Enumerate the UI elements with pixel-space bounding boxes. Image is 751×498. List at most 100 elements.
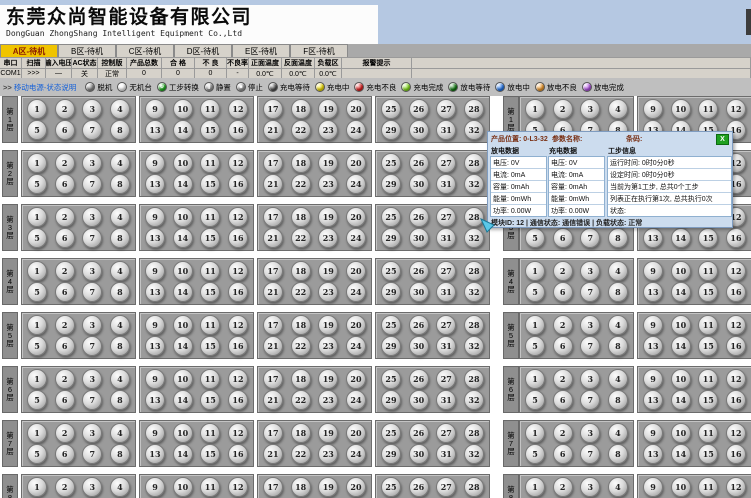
channel-cell[interactable]: 29 — [381, 336, 401, 356]
channel-cell[interactable]: 5 — [525, 282, 545, 302]
channel-cell[interactable]: 9 — [145, 369, 165, 389]
channel-cell[interactable]: 17 — [263, 423, 283, 443]
channel-cell[interactable]: 31 — [436, 336, 456, 356]
channel-cell[interactable]: 16 — [228, 174, 248, 194]
channel-cell[interactable]: 21 — [263, 120, 283, 140]
channel-cell[interactable]: 6 — [553, 390, 573, 410]
channel-cell[interactable]: 17 — [263, 207, 283, 227]
channel-cell[interactable]: 23 — [318, 120, 338, 140]
channel-cell[interactable]: 7 — [82, 174, 102, 194]
channel-cell[interactable]: 27 — [436, 477, 456, 497]
channel-cell[interactable]: 10 — [671, 423, 691, 443]
channel-cell[interactable]: 11 — [698, 423, 718, 443]
channel-cell[interactable]: 20 — [346, 261, 366, 281]
channel-cell[interactable]: 5 — [525, 444, 545, 464]
channel-cell[interactable]: 21 — [263, 228, 283, 248]
channel-cell[interactable]: 28 — [464, 477, 484, 497]
channel-cell[interactable]: 7 — [82, 444, 102, 464]
channel-cell[interactable]: 8 — [608, 228, 628, 248]
channel-cell[interactable]: 10 — [173, 315, 193, 335]
channel-cell[interactable]: 16 — [726, 282, 746, 302]
channel-cell[interactable]: 2 — [553, 261, 573, 281]
channel-cell[interactable]: 13 — [145, 444, 165, 464]
channel-cell[interactable]: 15 — [200, 282, 220, 302]
channel-cell[interactable]: 1 — [27, 153, 47, 173]
channel-cell[interactable]: 1 — [27, 99, 47, 119]
channel-cell[interactable]: 29 — [381, 390, 401, 410]
channel-cell[interactable]: 23 — [318, 390, 338, 410]
channel-cell[interactable]: 4 — [110, 315, 130, 335]
channel-cell[interactable]: 20 — [346, 315, 366, 335]
channel-cell[interactable]: 5 — [525, 228, 545, 248]
channel-cell[interactable]: 21 — [263, 174, 283, 194]
channel-cell[interactable]: 19 — [318, 261, 338, 281]
channel-cell[interactable]: 6 — [55, 390, 75, 410]
channel-cell[interactable]: 31 — [436, 390, 456, 410]
channel-cell[interactable]: 14 — [173, 444, 193, 464]
channel-cell[interactable]: 1 — [27, 423, 47, 443]
channel-cell[interactable]: 22 — [291, 120, 311, 140]
channel-cell[interactable]: 31 — [436, 174, 456, 194]
channel-cell[interactable]: 28 — [464, 315, 484, 335]
channel-cell[interactable]: 19 — [318, 207, 338, 227]
channel-cell[interactable]: 11 — [200, 369, 220, 389]
channel-cell[interactable]: 25 — [381, 423, 401, 443]
channel-cell[interactable]: 2 — [55, 207, 75, 227]
channel-cell[interactable]: 7 — [580, 228, 600, 248]
channel-cell[interactable]: 13 — [145, 174, 165, 194]
channel-cell[interactable]: 15 — [698, 390, 718, 410]
channel-cell[interactable]: 23 — [318, 174, 338, 194]
channel-cell[interactable]: 1 — [525, 369, 545, 389]
channel-cell[interactable]: 3 — [580, 423, 600, 443]
channel-cell[interactable]: 4 — [110, 369, 130, 389]
channel-cell[interactable]: 2 — [553, 99, 573, 119]
channel-cell[interactable]: 29 — [381, 174, 401, 194]
channel-cell[interactable]: 12 — [228, 207, 248, 227]
channel-cell[interactable]: 18 — [291, 261, 311, 281]
channel-cell[interactable]: 27 — [436, 261, 456, 281]
channel-cell[interactable]: 8 — [110, 390, 130, 410]
channel-cell[interactable]: 8 — [110, 282, 130, 302]
channel-cell[interactable]: 27 — [436, 369, 456, 389]
channel-cell[interactable]: 22 — [291, 390, 311, 410]
channel-cell[interactable]: 5 — [27, 444, 47, 464]
channel-cell[interactable]: 17 — [263, 153, 283, 173]
channel-cell[interactable]: 6 — [55, 444, 75, 464]
channel-cell[interactable]: 7 — [82, 282, 102, 302]
channel-cell[interactable]: 27 — [436, 315, 456, 335]
channel-cell[interactable]: 20 — [346, 423, 366, 443]
channel-cell[interactable]: 10 — [173, 207, 193, 227]
channel-cell[interactable]: 11 — [698, 369, 718, 389]
channel-cell[interactable]: 12 — [726, 99, 746, 119]
channel-cell[interactable]: 3 — [82, 99, 102, 119]
channel-cell[interactable]: 1 — [525, 99, 545, 119]
channel-cell[interactable]: 8 — [110, 228, 130, 248]
channel-cell[interactable]: 24 — [346, 390, 366, 410]
channel-cell[interactable]: 12 — [726, 423, 746, 443]
channel-cell[interactable]: 9 — [145, 153, 165, 173]
channel-cell[interactable]: 14 — [671, 444, 691, 464]
channel-cell[interactable]: 32 — [464, 282, 484, 302]
channel-cell[interactable]: 8 — [110, 120, 130, 140]
channel-cell[interactable]: 19 — [318, 153, 338, 173]
tab-zone-f[interactable]: F区-待机 — [290, 44, 348, 57]
channel-cell[interactable]: 13 — [643, 228, 663, 248]
channel-cell[interactable]: 9 — [145, 423, 165, 443]
channel-cell[interactable]: 24 — [346, 282, 366, 302]
tab-zone-b[interactable]: B区-待机 — [58, 44, 116, 57]
channel-cell[interactable]: 9 — [145, 315, 165, 335]
channel-cell[interactable]: 10 — [173, 423, 193, 443]
channel-cell[interactable]: 23 — [318, 282, 338, 302]
channel-cell[interactable]: 9 — [643, 315, 663, 335]
channel-cell[interactable]: 24 — [346, 444, 366, 464]
tab-zone-a[interactable]: A区-待机 — [0, 44, 58, 57]
channel-cell[interactable]: 3 — [82, 423, 102, 443]
channel-cell[interactable]: 7 — [580, 336, 600, 356]
channel-cell[interactable]: 16 — [726, 444, 746, 464]
channel-cell[interactable]: 5 — [525, 390, 545, 410]
tab-zone-e[interactable]: E区-待机 — [232, 44, 290, 57]
channel-cell[interactable]: 26 — [409, 423, 429, 443]
channel-cell[interactable]: 2 — [553, 477, 573, 497]
channel-cell[interactable]: 19 — [318, 423, 338, 443]
channel-cell[interactable]: 3 — [580, 369, 600, 389]
